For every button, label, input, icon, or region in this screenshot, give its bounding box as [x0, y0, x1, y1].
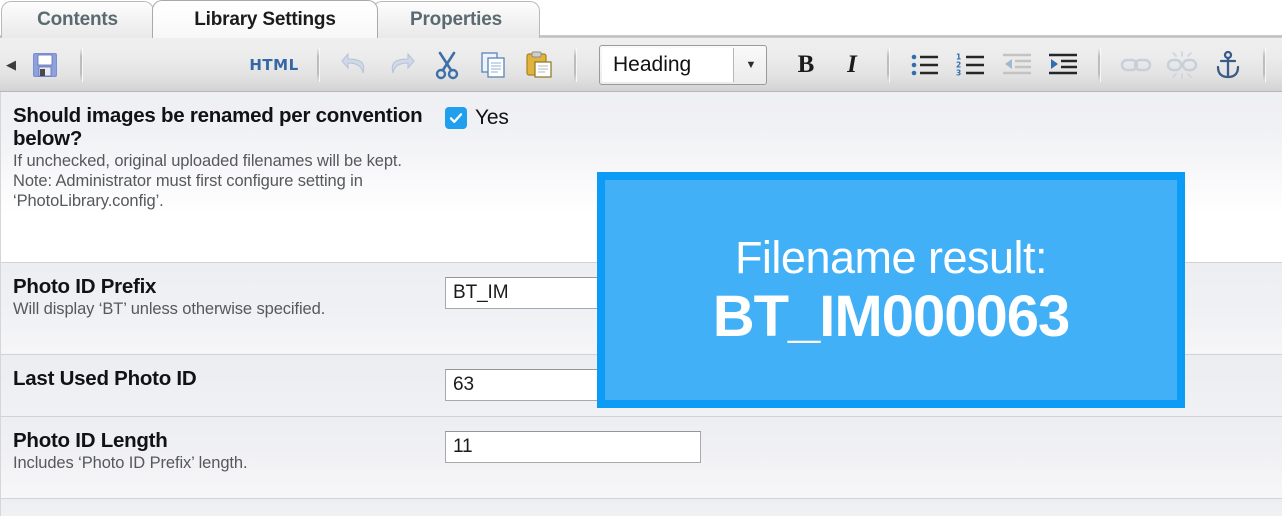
- setting-control-group: 11: [445, 429, 1282, 498]
- setting-label-group: Last Used Photo ID: [13, 367, 445, 416]
- increase-indent-icon[interactable]: [1040, 43, 1086, 87]
- paragraph-style-value: Heading: [602, 47, 734, 82]
- setting-description: Will display ‘BT’ unless otherwise speci…: [13, 300, 326, 319]
- callout-heading: Filename result:: [734, 231, 1048, 283]
- svg-text:3: 3: [956, 68, 961, 77]
- setting-title: Photo ID Prefix: [13, 275, 157, 298]
- setting-label-group: Photo ID Prefix Will display ‘BT’ unless…: [13, 275, 445, 354]
- tab-properties[interactable]: Properties: [372, 1, 540, 38]
- chevron-down-glyph: ▼: [745, 58, 757, 71]
- numbered-list-icon[interactable]: 123: [948, 43, 994, 87]
- undo-icon[interactable]: [332, 43, 378, 87]
- redo-icon[interactable]: [378, 43, 424, 87]
- bold-label: B: [797, 50, 815, 78]
- remove-link-icon[interactable]: [1159, 43, 1205, 87]
- setting-label-group: Photo ID Length Includes ‘Photo ID Prefi…: [13, 429, 445, 498]
- setting-title: Should images be renamed per convention …: [13, 104, 423, 151]
- filename-result-callout: Filename result: BT_IM000063: [597, 172, 1185, 408]
- paste-icon[interactable]: [516, 43, 562, 87]
- setting-title: Last Used Photo ID: [13, 367, 197, 390]
- italic-label: I: [847, 50, 857, 78]
- insert-link-icon[interactable]: [1113, 43, 1159, 87]
- italic-button[interactable]: I: [829, 51, 875, 79]
- toolbar-separator-5: [1098, 47, 1101, 82]
- insert-image-icon[interactable]: [1278, 43, 1282, 87]
- setting-label-group: Should images be renamed per convention …: [13, 104, 445, 262]
- rename-convention-checkbox[interactable]: [445, 107, 467, 129]
- paragraph-style-select[interactable]: Heading ▼: [599, 44, 767, 85]
- tab-library-settings[interactable]: Library Settings: [152, 0, 378, 38]
- save-icon[interactable]: [22, 43, 68, 87]
- tab-contents[interactable]: Contents: [1, 1, 154, 38]
- setting-description: Includes ‘Photo ID Prefix’ length.: [13, 454, 248, 473]
- toolbar-separator-3: [574, 47, 577, 82]
- bold-button[interactable]: B: [783, 51, 829, 79]
- toolbar-separator-4: [887, 47, 890, 82]
- chevron-down-icon[interactable]: ▼: [736, 59, 766, 71]
- editor-toolbar: ◀ HTML Heading ▼ B I 1 2 3: [0, 38, 1282, 92]
- tab-contents-label: Contents: [37, 9, 118, 30]
- toolbar-separator-1: [80, 47, 83, 82]
- toolbar-separator-2: [317, 47, 320, 82]
- setting-row-photo-id-length: Photo ID Length Includes ‘Photo ID Prefi…: [1, 416, 1282, 498]
- html-source-label: HTML: [249, 55, 299, 74]
- rename-convention-checkbox-label: Yes: [475, 106, 509, 129]
- rename-convention-checkbox-group[interactable]: Yes: [445, 106, 509, 130]
- collapse-arrow-icon[interactable]: ◀: [0, 38, 22, 92]
- setting-title: Photo ID Length: [13, 429, 168, 452]
- html-source-button[interactable]: HTML: [243, 56, 305, 74]
- tab-library-settings-label: Library Settings: [194, 8, 336, 30]
- photo-id-length-input[interactable]: 11: [445, 431, 701, 463]
- decrease-indent-icon[interactable]: [994, 43, 1040, 87]
- callout-filename-value: BT_IM000063: [712, 283, 1071, 349]
- bulleted-list-icon[interactable]: [902, 43, 948, 87]
- collapse-arrow-glyph: ◀: [6, 56, 16, 72]
- copy-icon[interactable]: [470, 43, 516, 87]
- setting-description: If unchecked, original uploaded filename…: [13, 152, 402, 210]
- toolbar-separator-6: [1263, 47, 1266, 82]
- tab-properties-label: Properties: [410, 9, 502, 30]
- settings-form-footer-row: [1, 498, 1282, 514]
- anchor-icon[interactable]: [1205, 43, 1251, 87]
- tab-bar: Contents Library Settings Properties: [0, 0, 1282, 38]
- cut-scissors-icon[interactable]: [424, 43, 470, 87]
